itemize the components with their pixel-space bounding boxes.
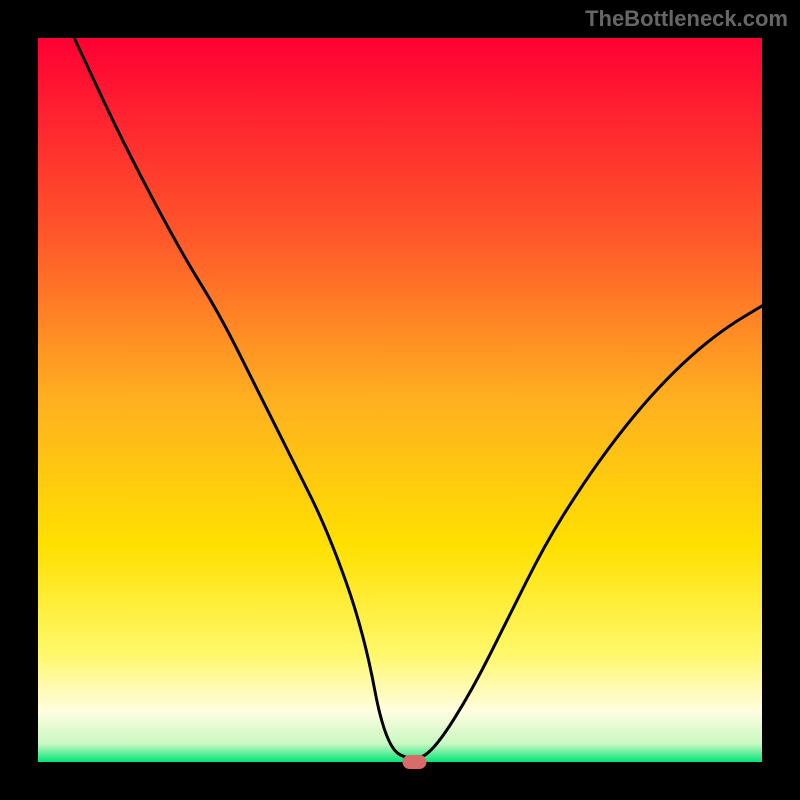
- attribution-text: TheBottleneck.com: [585, 6, 788, 32]
- chart-canvas: [0, 0, 800, 800]
- minimum-marker: [402, 755, 426, 769]
- bottleneck-chart: TheBottleneck.com: [0, 0, 800, 800]
- plot-background: [38, 38, 762, 762]
